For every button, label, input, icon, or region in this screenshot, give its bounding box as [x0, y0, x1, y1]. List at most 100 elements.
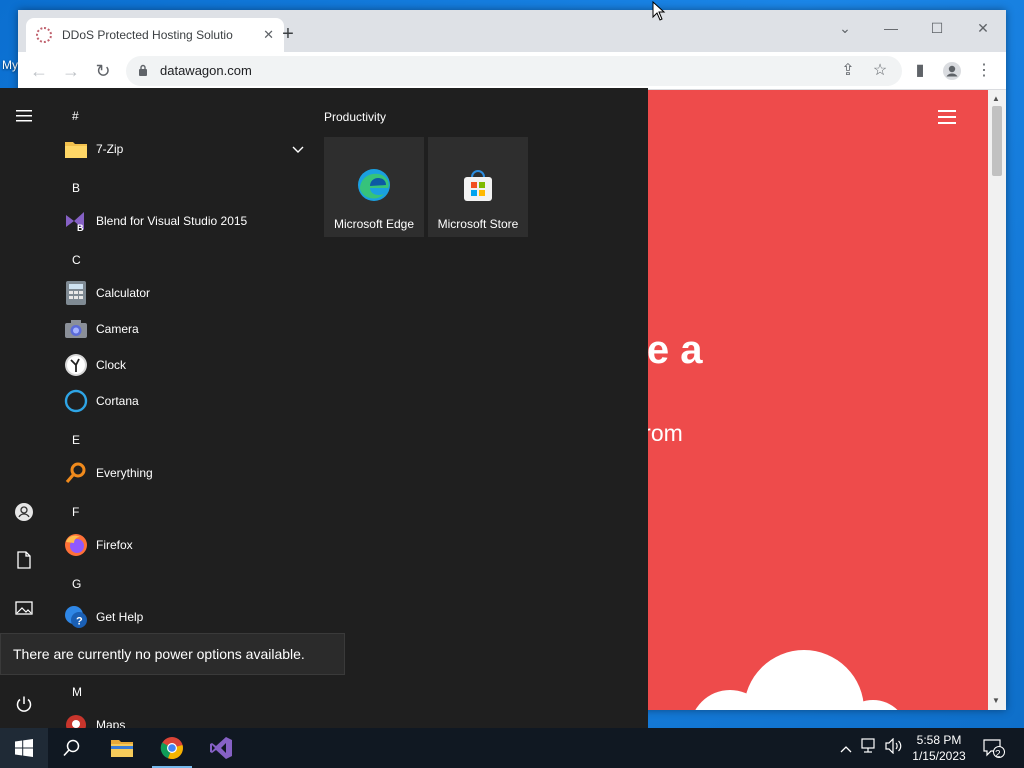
forward-button[interactable]: → [60, 60, 82, 82]
start-menu: # 7-Zip B B Blend for Visual Studio 2015… [0, 88, 648, 728]
app-label: Maps [96, 718, 126, 728]
scrollbar-thumb[interactable] [992, 106, 1002, 176]
app-label: Firefox [96, 538, 133, 552]
start-button[interactable] [0, 728, 48, 768]
notification-icon [983, 739, 1005, 758]
app-maps[interactable]: Maps [64, 709, 304, 728]
clock-icon [64, 353, 88, 377]
start-rail [0, 88, 48, 728]
hamburger-icon [16, 110, 32, 122]
taskbar-clock[interactable]: 5:58 PM 1/15/2023 [908, 732, 970, 764]
bookmark-star-icon[interactable]: ☆ [870, 61, 890, 81]
profile-avatar-icon[interactable] [942, 61, 962, 81]
pictures-button[interactable] [0, 588, 48, 628]
chrome-button[interactable] [148, 728, 196, 768]
visual-studio-button[interactable] [197, 728, 245, 768]
site-menu-icon[interactable] [938, 110, 956, 128]
tile-microsoft-store[interactable]: Microsoft Store [428, 137, 528, 237]
search-icon [63, 739, 80, 757]
account-button[interactable] [0, 492, 48, 532]
camera-icon [64, 317, 88, 341]
firefox-icon [64, 533, 88, 557]
side-panel-icon[interactable]: ▮ [910, 61, 930, 81]
volume-icon[interactable] [884, 737, 904, 758]
calculator-icon [64, 281, 88, 305]
lock-icon [139, 64, 147, 76]
app-calculator[interactable]: Calculator [64, 277, 304, 309]
folder-icon [64, 137, 88, 161]
back-button[interactable]: ← [28, 60, 50, 82]
app-clock[interactable]: Clock [64, 349, 304, 381]
app-get-help[interactable]: ? Get Help [64, 601, 304, 633]
app-cortana[interactable]: Cortana [64, 385, 304, 417]
page-scrollbar[interactable]: ▲ ▼ [988, 90, 1006, 710]
tab-close-icon[interactable]: ✕ [263, 27, 274, 43]
app-7zip[interactable]: 7-Zip [64, 133, 304, 165]
chrome-icon [160, 737, 183, 760]
new-tab-button[interactable]: + [276, 22, 300, 46]
share-icon[interactable]: ⇪ [838, 61, 858, 81]
app-label: Everything [96, 466, 153, 480]
browser-tab[interactable]: DDoS Protected Hosting Solutio ✕ [26, 18, 284, 52]
action-center-button[interactable]: 2 [982, 738, 1006, 760]
section-header[interactable]: B [72, 181, 80, 195]
tab-strip: DDoS Protected Hosting Solutio ✕ + ⌄ — ☐… [18, 10, 1006, 52]
file-explorer-icon [111, 740, 133, 757]
power-button[interactable] [0, 684, 48, 724]
mouse-cursor-icon [652, 1, 666, 21]
app-label: Camera [96, 322, 139, 336]
file-explorer-button[interactable] [98, 728, 146, 768]
app-list: # 7-Zip B B Blend for Visual Studio 2015… [48, 88, 308, 728]
section-header[interactable]: F [72, 505, 79, 519]
tile-label: Microsoft Edge [333, 217, 415, 231]
show-hidden-icons-chevron-icon[interactable] [836, 738, 856, 758]
network-icon[interactable] [860, 738, 880, 758]
search-button[interactable] [48, 728, 96, 768]
power-options-tooltip: There are currently no power options ava… [0, 633, 345, 675]
tile-label: Microsoft Store [437, 217, 519, 231]
section-header[interactable]: M [72, 685, 82, 699]
app-everything[interactable]: Everything [64, 457, 304, 489]
section-header[interactable]: G [72, 577, 81, 591]
site-favicon-icon [36, 27, 52, 43]
app-label: Blend for Visual Studio 2015 [96, 214, 248, 228]
tile-microsoft-edge[interactable]: Microsoft Edge [324, 137, 424, 237]
tab-title: DDoS Protected Hosting Solutio [62, 28, 233, 42]
app-firefox[interactable]: Firefox [64, 529, 304, 561]
maximize-button[interactable]: ☐ [922, 20, 952, 37]
document-icon [17, 551, 31, 569]
section-header[interactable]: E [72, 433, 80, 447]
url-text: datawagon.com [160, 63, 252, 78]
app-label: Clock [96, 358, 127, 372]
chevron-down-icon[interactable] [292, 141, 304, 159]
power-icon [16, 696, 32, 712]
menu-kebab-icon[interactable]: ⋮ [974, 61, 994, 81]
tab-search-icon[interactable]: ⌄ [830, 20, 860, 37]
close-window-button[interactable]: ✕ [968, 20, 998, 37]
edge-icon [358, 169, 390, 201]
clock-date: 1/15/2023 [912, 749, 966, 763]
tile-group-title[interactable]: Productivity [324, 110, 386, 124]
app-camera[interactable]: Camera [64, 313, 304, 345]
user-icon [15, 503, 33, 521]
app-label: Cortana [96, 394, 139, 408]
magnifier-icon [64, 461, 88, 485]
expand-menu-button[interactable] [0, 96, 48, 136]
minimize-button[interactable]: — [876, 20, 906, 36]
reload-button[interactable]: ↻ [92, 60, 114, 82]
app-label: 7-Zip [96, 142, 124, 156]
section-header[interactable]: C [72, 253, 81, 267]
browser-toolbar: ← → ↻ datawagon.com ⇪ ☆ ▮ ⋮ [18, 52, 1006, 90]
notification-count-badge: 2 [995, 749, 1001, 760]
app-label: Get Help [96, 610, 144, 624]
pictures-icon [15, 601, 33, 615]
windows-logo-icon [15, 739, 33, 757]
section-header[interactable]: # [72, 109, 79, 123]
documents-button[interactable] [0, 540, 48, 580]
app-blend[interactable]: B Blend for Visual Studio 2015 [64, 205, 304, 237]
blend-icon: B [64, 209, 88, 233]
svg-text:B: B [77, 223, 84, 233]
address-bar[interactable]: datawagon.com [126, 56, 902, 86]
cloud-illustration [744, 650, 864, 710]
desktop-icon-label[interactable]: My [2, 58, 18, 72]
